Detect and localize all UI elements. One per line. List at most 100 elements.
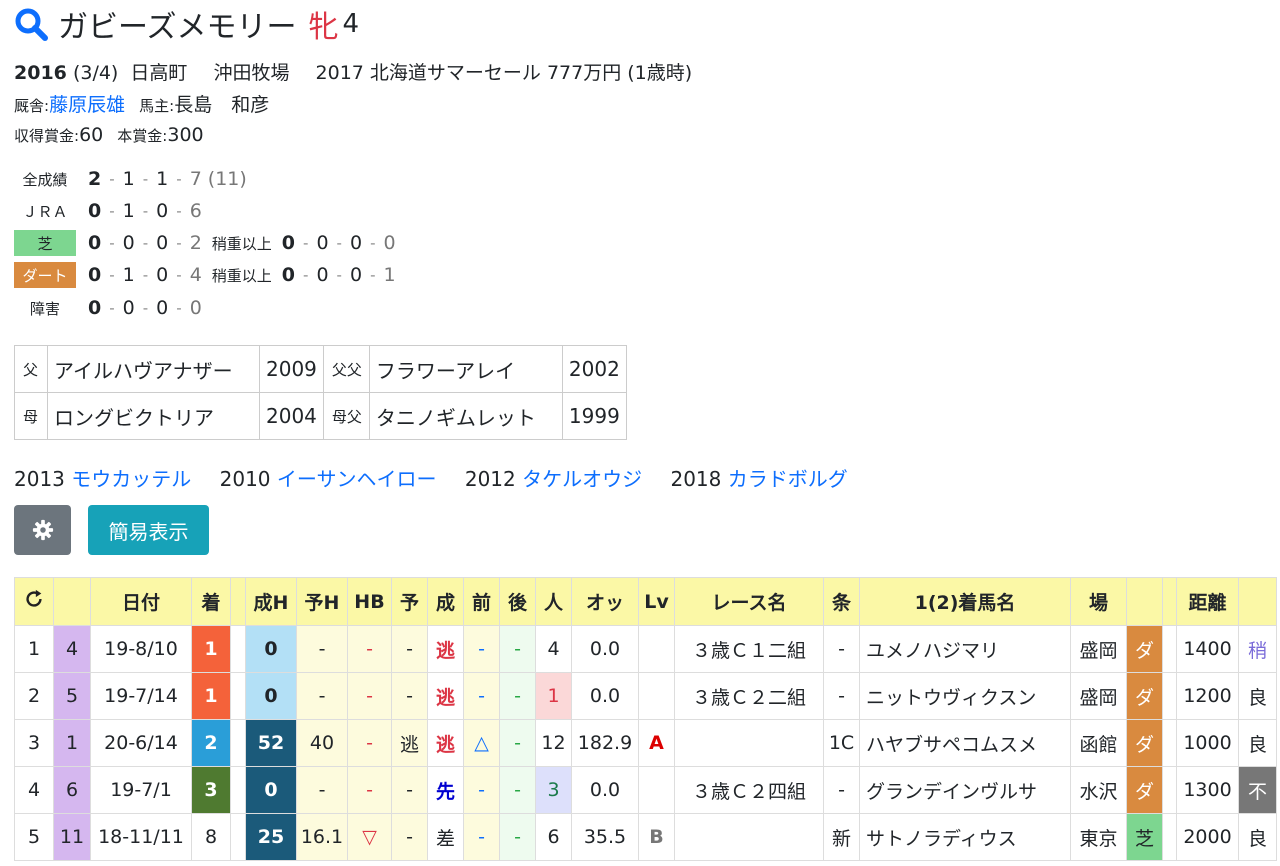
sibling-year: 2012 xyxy=(464,467,516,491)
winner-name[interactable]: グランデインヴルサ xyxy=(859,766,1071,814)
heavy-other: 0 xyxy=(383,232,396,254)
col-header-front[interactable]: 前 xyxy=(463,577,500,626)
pred-style: - xyxy=(391,813,428,861)
owner-label: 馬主: xyxy=(139,97,175,115)
col-header-distance[interactable]: 距離 xyxy=(1176,577,1239,626)
horse-name: ガビーズメモリー xyxy=(58,10,297,45)
col-header-finish[interactable]: 着 xyxy=(191,577,231,626)
race-condition: - xyxy=(823,672,860,720)
table-row[interactable]: 2 5 19-7/14 1 0 - - - 逃 - - 1 0.0 ３歳Ｃ２二組… xyxy=(14,672,1277,720)
finish-position: 2 xyxy=(191,719,231,767)
refresh-icon[interactable] xyxy=(23,588,45,610)
col-header-pred[interactable]: 予 xyxy=(391,577,428,626)
track-condition: 良 xyxy=(1238,672,1277,720)
breeder: 沖田牧場 xyxy=(213,62,290,84)
back-mark: - xyxy=(499,625,536,673)
race-condition: - xyxy=(823,625,860,673)
popularity: 6 xyxy=(535,813,572,861)
race-name[interactable]: ３歳Ｃ２四組 xyxy=(674,766,824,814)
earned-label: 収得賞金: xyxy=(14,127,80,145)
col-header-popularity[interactable]: 人 xyxy=(535,577,572,626)
stats-row-jra: ＪＲＡ 0- 1- 0- 6 xyxy=(14,195,201,227)
search-icon[interactable] xyxy=(14,7,48,41)
col-header-winner[interactable]: 1(2)着馬名 xyxy=(859,577,1071,626)
col-header xyxy=(1238,577,1277,626)
winner-name[interactable]: ニットウヴィクスン xyxy=(859,672,1071,720)
pred-h: - xyxy=(296,672,348,720)
table-row[interactable]: 4 6 19-7/1 3 0 - - - 先 - - 3 0.0 ３歳Ｃ２四組 … xyxy=(14,766,1277,814)
distance: 2000 xyxy=(1176,813,1239,861)
stat-third: 0 xyxy=(156,264,169,286)
birth-date: (3/4) xyxy=(72,62,119,84)
sibling-item: 2010 イーサンヘイロー xyxy=(220,467,437,491)
level: A xyxy=(638,719,675,767)
race-name[interactable]: ３歳Ｃ２二組 xyxy=(674,672,824,720)
col-header-hb[interactable]: HB xyxy=(347,577,392,626)
stats-row-jump: 障害 0- 0- 0- 0 xyxy=(14,292,202,324)
distance: 1000 xyxy=(1176,719,1239,767)
pred-style: 逃 xyxy=(391,719,428,767)
track-condition: 良 xyxy=(1238,719,1277,767)
hb-mark: - xyxy=(347,719,392,767)
venue: 水沢 xyxy=(1070,766,1127,814)
stats-label-turf: 芝 xyxy=(14,230,76,256)
level: B xyxy=(638,813,675,861)
popularity: 3 xyxy=(535,766,572,814)
col-header[interactable] xyxy=(53,577,91,626)
back-mark: - xyxy=(499,672,536,720)
pred-style: - xyxy=(391,766,428,814)
odds: 35.5 xyxy=(571,813,639,861)
level xyxy=(638,766,675,814)
col-header-level[interactable]: Lv xyxy=(638,577,675,626)
odds: 182.9 xyxy=(571,719,639,767)
table-row[interactable]: 5 11 18-11/11 8 25 16.1 ▽ - 差 - - 6 35.5… xyxy=(14,813,1277,861)
track-condition: 不 xyxy=(1238,766,1277,814)
table-row[interactable]: 1 4 19-8/10 1 0 - - - 逃 - - 4 0.0 ３歳Ｃ１二組… xyxy=(14,625,1277,673)
horse-sex: 牝 xyxy=(308,10,339,45)
col-header xyxy=(1126,577,1163,626)
result-style: 逃 xyxy=(427,625,464,673)
refresh-header[interactable] xyxy=(14,577,54,626)
finish-position: 8 xyxy=(191,813,231,861)
col-header-result[interactable]: 成 xyxy=(427,577,464,626)
col-header-odds[interactable]: オッ xyxy=(571,577,639,626)
race-date: 19-7/1 xyxy=(90,766,192,814)
stats-row-all: 全成績 2- 1- 1- 7 (11) xyxy=(14,163,247,195)
sibling-link[interactable]: イーサンヘイロー xyxy=(277,467,437,491)
stat-total: (11) xyxy=(207,168,247,190)
simple-view-button[interactable]: 簡易表示 xyxy=(88,505,209,555)
col-header-race-name[interactable]: レース名 xyxy=(674,577,824,626)
col-header-pred-h[interactable]: 予H xyxy=(296,577,348,626)
settings-button[interactable] xyxy=(14,505,71,555)
winner-name[interactable]: ハヤブサペコムスメ xyxy=(859,719,1071,767)
winner-name[interactable]: ユメノハジマリ xyxy=(859,625,1071,673)
trainer-link[interactable]: 藤原辰雄 xyxy=(49,94,125,116)
sire-label: 父 xyxy=(14,345,48,393)
spacer-cell xyxy=(230,672,246,720)
race-name[interactable] xyxy=(674,813,824,861)
spacer-cell xyxy=(1162,766,1177,814)
col-header-venue[interactable]: 場 xyxy=(1070,577,1127,626)
sibling-link[interactable]: タケルオウジ xyxy=(522,467,642,491)
pred-h: 40 xyxy=(296,719,348,767)
odds: 0.0 xyxy=(571,625,639,673)
col-header-date[interactable]: 日付 xyxy=(90,577,192,626)
stat-second: 1 xyxy=(122,168,135,190)
col-header-condition[interactable]: 条 xyxy=(823,577,860,626)
sibling-link[interactable]: モウカッテル xyxy=(71,467,191,491)
track-condition: 稍 xyxy=(1238,625,1277,673)
winner-name[interactable]: サトノラディウス xyxy=(859,813,1071,861)
race-name[interactable]: ３歳Ｃ１二組 xyxy=(674,625,824,673)
sale-info: 2017 北海道サマーセール 777万円 (1歳時) xyxy=(315,62,693,84)
sibling-link[interactable]: カラドボルグ xyxy=(728,467,848,491)
col-header-result-h[interactable]: 成H xyxy=(245,577,297,626)
connections: 厩舎:藤原辰雄 馬主:長島 和彦 xyxy=(14,90,269,117)
venue: 盛岡 xyxy=(1070,625,1127,673)
race-name[interactable] xyxy=(674,719,824,767)
surface: ダ xyxy=(1126,719,1163,767)
pred-style: - xyxy=(391,625,428,673)
table-row[interactable]: 3 1 20-6/14 2 52 40 - 逃 逃 △ - 12 182.9 A… xyxy=(14,719,1277,767)
col-header-back[interactable]: 後 xyxy=(499,577,536,626)
stats-label: ＪＲＡ xyxy=(22,202,68,221)
dam-label: 母 xyxy=(14,392,48,440)
